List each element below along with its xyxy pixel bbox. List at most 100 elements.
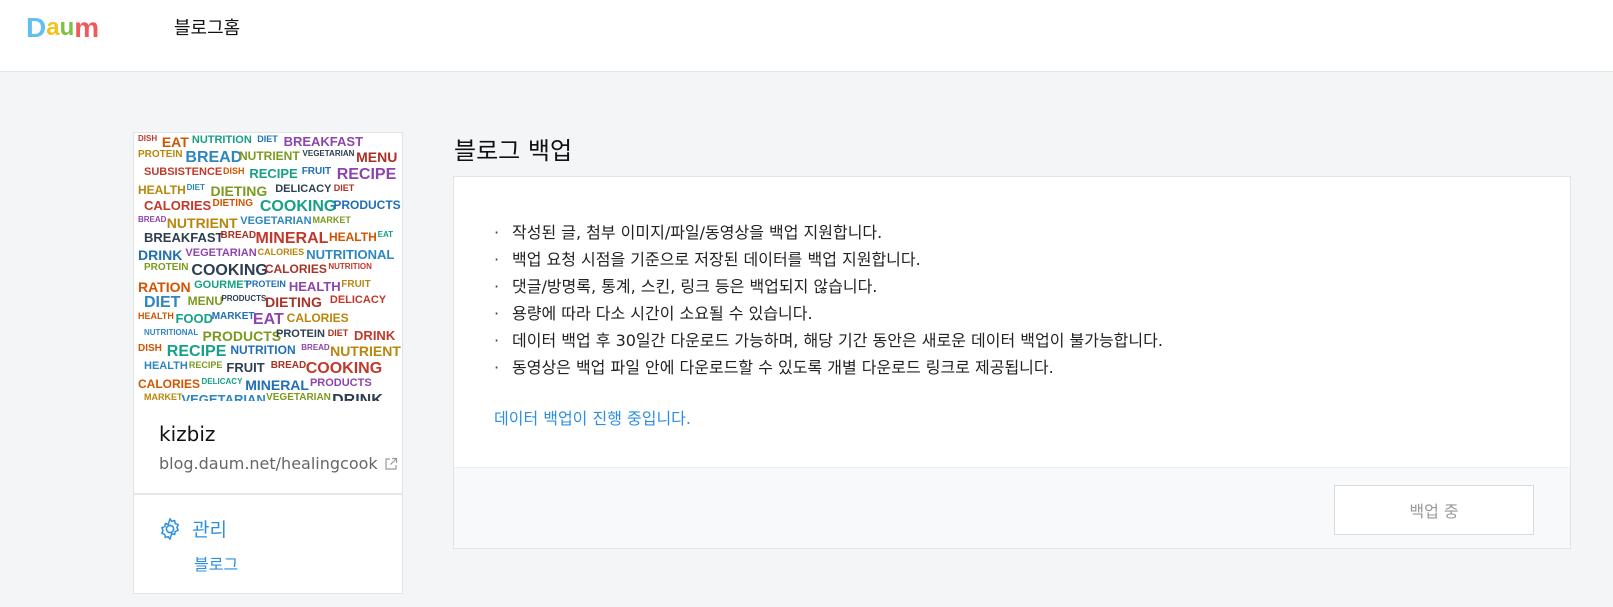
cover-word: DIET	[333, 183, 355, 193]
backup-status-text: 데이터 백업이 진행 중입니다.	[494, 409, 691, 428]
cover-word: EAT	[161, 134, 189, 150]
cover-word: MARKET	[144, 392, 183, 402]
cover-word: COOKING	[259, 198, 337, 215]
cover-word: DIETING	[265, 294, 322, 310]
cover-word: PRODUCTS	[221, 294, 267, 303]
cover-word: VEGETARIAN	[181, 392, 266, 401]
cover-word: MINERAL	[255, 230, 329, 247]
cover-word: NUTRITIONAL	[144, 328, 199, 337]
cover-word: BREAD	[301, 343, 330, 352]
cover-word: NUTRIENT	[166, 215, 238, 231]
cover-word: MINERAL	[245, 377, 309, 393]
daum-logo[interactable]: Daum	[26, 12, 100, 43]
cover-word: RECIPE	[188, 360, 223, 370]
external-link-icon	[385, 457, 397, 470]
cover-word: DRINK	[354, 328, 396, 343]
cover-word: BREAKFAST	[283, 134, 364, 149]
cover-word: RECIPE	[166, 343, 227, 360]
logo-letter-m: m	[74, 12, 100, 43]
backup-panel-footer: 백업 중	[454, 467, 1570, 548]
cover-word: COOKING	[305, 360, 383, 377]
cover-word: BREAD	[220, 230, 257, 241]
cover-word: DELICACY	[329, 294, 387, 306]
cover-word: NUTRITION	[328, 262, 372, 271]
cover-word: MENU	[187, 294, 224, 308]
cover-word: NUTRITION	[230, 343, 296, 357]
blog-name: kizbiz	[159, 422, 216, 446]
cover-word: RECIPE	[249, 166, 298, 181]
cover-word: EAT	[377, 230, 394, 239]
cover-word: DIETING	[212, 198, 254, 209]
cover-word: HEALTH	[288, 279, 341, 294]
cover-word: VEGETARIAN	[240, 215, 312, 227]
backup-note: 용량에 따라 다소 시간이 소요될 수 있습니다.	[494, 300, 1163, 327]
blog-url-text: blog.daum.net/healingcook	[159, 454, 378, 473]
cover-word: BREAD	[185, 149, 243, 166]
cover-word: DIET	[186, 183, 205, 192]
backup-note: 데이터 백업 후 30일간 다운로드 가능하며, 해당 기간 동안은 새로운 데…	[494, 327, 1163, 354]
cover-word: FRUIT	[341, 279, 371, 290]
cover-word: PROTEIN	[276, 328, 325, 340]
backup-note: 동영상은 백업 파일 안에 다운로드할 수 있도록 개별 다운로드 링크로 제공…	[494, 354, 1163, 381]
blog-home-link[interactable]: 블로그홈	[174, 14, 240, 40]
cover-word: RECIPE	[336, 166, 397, 183]
cover-word: GOURMET	[194, 279, 251, 291]
backup-panel: 작성된 글, 첨부 이미지/파일/동영상을 백업 지원합니다. 백업 요청 시점…	[453, 176, 1571, 549]
backup-note: 작성된 글, 첨부 이미지/파일/동영상을 백업 지원합니다.	[494, 219, 1163, 246]
cover-word: CALORIES	[257, 247, 305, 257]
blog-cover-image: DISH EAT NUTRITION DIET BREAKFAST PROTEIN BREA…	[134, 133, 402, 401]
backup-notes-list: 작성된 글, 첨부 이미지/파일/동영상을 백업 지원합니다. 백업 요청 시점…	[494, 219, 1163, 381]
cover-word: PRODUCTS	[333, 198, 401, 212]
cover-word: VEGETARIAN	[266, 392, 331, 402]
cover-word: DRINK	[138, 247, 183, 263]
manage-label: 관리	[192, 519, 227, 541]
top-bar: Daum 블로그홈	[0, 0, 1613, 72]
cover-word: MARKET	[211, 311, 255, 322]
cover-word: VEGETARIAN	[185, 247, 257, 259]
cover-word: RATION	[138, 279, 191, 295]
cover-word: DISH	[138, 134, 158, 143]
cover-word: HEALTH	[138, 183, 186, 197]
cover-word: NUTRITION	[191, 134, 252, 146]
cover-word: DRINK	[332, 392, 383, 402]
cover-word: NUTRIENT	[239, 149, 300, 163]
cover-word: PROTEIN	[138, 149, 183, 160]
cover-word: DISH	[223, 166, 245, 176]
cover-word: SUBSISTENCE	[144, 166, 223, 178]
blog-profile-card: DISH EAT NUTRITION DIET BREAKFAST PROTEIN BREA…	[133, 132, 403, 594]
cover-word: FOOD	[175, 311, 214, 326]
profile-divider	[134, 493, 402, 495]
cover-word: DELICACY	[275, 183, 332, 195]
gear-icon	[161, 517, 179, 540]
cover-word: CALORIES	[138, 377, 201, 391]
cover-word: FRUIT	[301, 166, 332, 177]
cover-word: DIETING	[210, 183, 268, 199]
logo-letter-a: a	[46, 14, 60, 41]
cover-word: DELICACY	[201, 377, 243, 386]
cover-word: EAT	[252, 311, 284, 328]
cover-word: DISH	[138, 343, 162, 354]
cover-word: MENU	[356, 149, 398, 165]
cover-word: CALORIES	[144, 198, 212, 213]
cover-word: PROTEIN	[144, 262, 189, 273]
cover-word: NUTRIENT	[330, 343, 401, 359]
backup-note: 댓글/방명록, 통계, 스킨, 링크 등은 백업되지 않습니다.	[494, 273, 1163, 300]
cover-word: BREAD	[138, 215, 167, 224]
cover-word: HEALTH	[144, 360, 188, 372]
cover-word: PROTEIN	[245, 279, 286, 289]
cover-word: CALORIES	[264, 262, 327, 276]
blog-manage-sublink[interactable]: 블로그	[194, 551, 238, 575]
cover-word: HEALTH	[138, 311, 174, 321]
cover-word: BREAD	[270, 360, 307, 371]
cover-word: DIET	[257, 134, 278, 144]
cover-word: VEGETARIAN	[302, 149, 355, 158]
cover-word: NUTRITIONAL	[306, 247, 395, 262]
logo-letter-d: D	[26, 12, 47, 43]
backup-note: 백업 요청 시점을 기준으로 저장된 데이터를 백업 지원합니다.	[494, 246, 1163, 273]
cover-word: PRODUCTS	[202, 328, 282, 344]
backup-in-progress-button[interactable]: 백업 중	[1334, 485, 1534, 535]
manage-link[interactable]: 관리	[158, 515, 227, 542]
cover-word: MARKET	[312, 215, 351, 225]
blog-url-link[interactable]: blog.daum.net/healingcook	[159, 454, 398, 473]
cover-word: CALORIES	[286, 311, 349, 325]
